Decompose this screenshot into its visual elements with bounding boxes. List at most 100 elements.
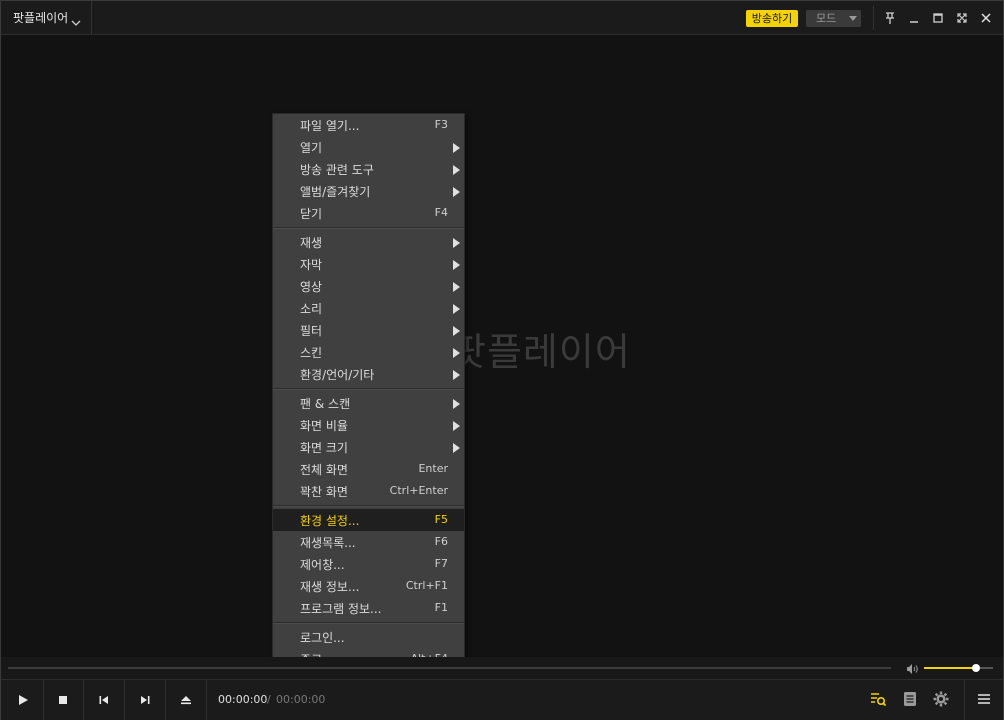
seek-bar[interactable] [8, 667, 891, 669]
next-button[interactable] [125, 680, 166, 720]
video-watermark: 팟플레이어 [451, 330, 631, 374]
menu-item-subtitles[interactable]: 자막 [273, 253, 464, 275]
menu-item-label: 재생목록... [300, 536, 356, 550]
menu-item-video[interactable]: 영상 [273, 275, 464, 297]
menu-item-filter[interactable]: 필터 [273, 319, 464, 341]
volume-slider[interactable] [924, 664, 993, 672]
broadcast-button[interactable]: 방송하기 [746, 10, 798, 27]
menu-item-pan-scan[interactable]: 팬 & 스캔 [273, 392, 464, 414]
volume-icon[interactable] [905, 661, 919, 675]
menu-item-shortcut: F1 [434, 601, 448, 614]
menu-item-open[interactable]: 열기 [273, 136, 464, 158]
time-separator: / [267, 693, 271, 706]
stop-button[interactable] [43, 680, 84, 720]
minimize-icon[interactable] [907, 11, 921, 25]
control-bar: 00:00:00 / 00:00:00 [1, 679, 1003, 720]
submenu-arrow-icon [453, 370, 460, 380]
menu-item-playlist[interactable]: 재생목록... F6 [273, 531, 464, 553]
eject-button[interactable] [166, 680, 207, 720]
next-icon [141, 696, 150, 704]
submenu-arrow-icon [453, 348, 460, 358]
menu-item-shortcut: F4 [434, 206, 448, 219]
menu-item-label: 소리 [300, 302, 323, 316]
menu-item-shortcut: F7 [434, 557, 448, 570]
menu-item-label: 프로그램 정보... [300, 602, 382, 616]
mode-dropdown[interactable]: 모드 [806, 10, 861, 27]
menu-item-label: 환경/언어/기타 [300, 368, 375, 382]
menu-item-playback[interactable]: 재생 [273, 231, 464, 253]
menu-item-shortcut: Ctrl+Enter [389, 484, 448, 497]
previous-button[interactable] [84, 680, 125, 720]
menu-item-label: 꽉찬 화면 [300, 485, 348, 499]
maximize-icon[interactable] [931, 11, 945, 25]
player-window: 팟플레이어 방송하기 모드 팟플레이어 파일 열기... F3 열기 방송 관련… [0, 0, 1004, 720]
menu-item-label: 파일 열기... [300, 119, 360, 133]
submenu-arrow-icon [453, 165, 460, 175]
close-icon[interactable] [979, 11, 993, 25]
app-menu-button[interactable]: 팟플레이어 [1, 1, 92, 34]
volume-knob[interactable] [971, 664, 980, 672]
menu-item-shortcut: F6 [434, 535, 448, 548]
menu-item-playback-info[interactable]: 재생 정보... Ctrl+F1 [273, 575, 464, 597]
chevron-down-icon [71, 13, 81, 26]
submenu-arrow-icon [453, 443, 460, 453]
divider [873, 6, 874, 30]
submenu-arrow-icon [453, 260, 460, 270]
search-playlist-icon[interactable] [869, 690, 887, 708]
menu-item-label: 방송 관련 도구 [300, 163, 374, 177]
play-button[interactable] [3, 680, 44, 720]
menu-item-aspect-ratio[interactable]: 화면 비율 [273, 414, 464, 436]
menu-item-preferences[interactable]: 환경 설정... F5 [273, 509, 464, 531]
menu-item-fill-screen[interactable]: 꽉찬 화면 Ctrl+Enter [273, 480, 464, 502]
playlist-icon[interactable] [901, 690, 919, 708]
current-time: 00:00:00 [218, 693, 268, 706]
menu-item-shortcut: Ctrl+F1 [405, 579, 448, 592]
menu-separator [273, 227, 464, 229]
eject-icon [181, 696, 191, 705]
menu-item-skin[interactable]: 스킨 [273, 341, 464, 363]
mode-label: 모드 [816, 12, 837, 25]
context-menu: 파일 열기... F3 열기 방송 관련 도구 앨범/즐겨찾기 닫기 F4 재생… [272, 113, 465, 672]
pin-icon[interactable] [883, 11, 897, 25]
play-icon [19, 695, 28, 705]
menu-icon[interactable] [975, 690, 993, 708]
menu-item-label: 재생 [300, 236, 323, 250]
menu-item-label: 닫기 [300, 207, 323, 221]
menu-item-open-file[interactable]: 파일 열기... F3 [273, 114, 464, 136]
menu-item-label: 필터 [300, 324, 323, 338]
fullscreen-icon[interactable] [955, 11, 969, 25]
menu-item-broadcast-tools[interactable]: 방송 관련 도구 [273, 158, 464, 180]
menu-item-screen-size[interactable]: 화면 크기 [273, 436, 464, 458]
menu-item-label: 제어창... [300, 558, 345, 572]
menu-item-label: 자막 [300, 258, 323, 272]
menu-item-close[interactable]: 닫기 F4 [273, 202, 464, 224]
menu-item-env-language[interactable]: 환경/언어/기타 [273, 363, 464, 385]
submenu-arrow-icon [453, 304, 460, 314]
menu-item-album-favorites[interactable]: 앨범/즐겨찾기 [273, 180, 464, 202]
menu-item-label: 영상 [300, 280, 323, 294]
menu-item-fullscreen[interactable]: 전체 화면 Enter [273, 458, 464, 480]
dropdown-arrow-icon [849, 16, 857, 21]
menu-item-label: 재생 정보... [300, 580, 360, 594]
menu-item-label: 열기 [300, 141, 323, 155]
submenu-arrow-icon [453, 282, 460, 292]
submenu-arrow-icon [453, 421, 460, 431]
menu-item-audio[interactable]: 소리 [273, 297, 464, 319]
menu-item-login[interactable]: 로그인... [273, 626, 464, 648]
submenu-arrow-icon [453, 187, 460, 197]
menu-separator [273, 505, 464, 507]
menu-item-program-info[interactable]: 프로그램 정보... F1 [273, 597, 464, 619]
title-bar: 팟플레이어 방송하기 모드 [1, 1, 1003, 35]
menu-item-label: 팬 & 스캔 [300, 397, 351, 411]
volume-fill [924, 667, 976, 669]
menu-item-shortcut: F3 [434, 118, 448, 131]
menu-item-label: 스킨 [300, 346, 323, 360]
stop-icon [59, 696, 67, 704]
menu-item-control-panel[interactable]: 제어창... F7 [273, 553, 464, 575]
menu-item-label: 환경 설정... [300, 514, 360, 528]
menu-separator [273, 622, 464, 624]
app-name: 팟플레이어 [13, 11, 69, 25]
menu-separator [273, 388, 464, 390]
menu-item-label: 로그인... [300, 631, 345, 645]
settings-icon[interactable] [932, 690, 950, 708]
